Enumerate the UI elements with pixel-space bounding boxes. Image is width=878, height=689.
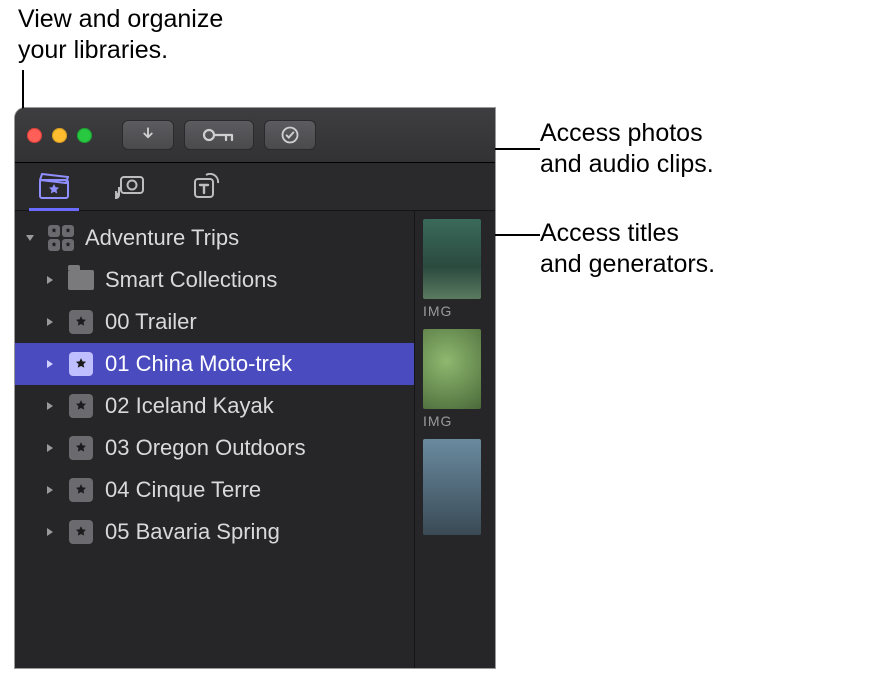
sidebar-item-event[interactable]: 03 Oregon Outdoors <box>15 427 414 469</box>
import-button[interactable] <box>122 120 174 150</box>
tree-item-label: 02 Iceland Kayak <box>105 393 274 419</box>
sidebar-item-event[interactable]: 04 Cinque Terre <box>15 469 414 511</box>
libraries-tab[interactable] <box>35 162 73 210</box>
library-tree: Adventure Trips Smart Collections <box>15 211 415 668</box>
thumbnail-image <box>423 329 481 409</box>
camera-music-icon <box>115 173 145 199</box>
callout-photos-audio: Access photos and audio clips. <box>540 118 714 181</box>
disclosure-triangle-icon[interactable] <box>43 401 57 411</box>
tree-item-label: 01 China Moto-trek <box>105 351 292 377</box>
checkmark-circle-icon <box>280 125 300 145</box>
thumbnail-image <box>423 219 481 299</box>
photos-audio-tab[interactable] <box>111 162 149 210</box>
library-icon <box>47 224 75 252</box>
event-star-icon <box>67 392 95 420</box>
clip-thumbnail[interactable]: IMG <box>423 329 481 429</box>
callout-libraries: View and organize your libraries. <box>18 4 223 67</box>
clip-thumbnail[interactable]: IMG <box>423 219 481 319</box>
tree-item-label: Smart Collections <box>105 267 277 293</box>
disclosure-triangle-icon[interactable] <box>43 485 57 495</box>
disclosure-triangle-icon[interactable] <box>43 317 57 327</box>
thumbnail-label: IMG <box>423 303 481 319</box>
close-window-button[interactable] <box>27 128 42 143</box>
event-star-icon <box>67 308 95 336</box>
zoom-window-button[interactable] <box>77 128 92 143</box>
event-star-icon <box>67 350 95 378</box>
keyword-button[interactable] <box>184 120 254 150</box>
thumbnail-label: IMG <box>423 413 481 429</box>
clapperboard-star-icon <box>39 173 69 199</box>
disclosure-triangle-icon[interactable] <box>23 233 37 243</box>
library-name: Adventure Trips <box>85 225 239 251</box>
sidebar-item-smart-collections[interactable]: Smart Collections <box>15 259 414 301</box>
event-star-icon <box>67 518 95 546</box>
sidebar-tabs <box>15 163 495 211</box>
sidebar-item-event[interactable]: 02 Iceland Kayak <box>15 385 414 427</box>
download-arrow-icon <box>139 126 157 144</box>
background-tasks-button[interactable] <box>264 120 316 150</box>
disclosure-triangle-icon[interactable] <box>43 275 57 285</box>
tree-item-label: 04 Cinque Terre <box>105 477 261 503</box>
sidebar-item-event[interactable]: 01 China Moto-trek <box>15 343 414 385</box>
tree-item-label: 00 Trailer <box>105 309 197 335</box>
event-star-icon <box>67 434 95 462</box>
folder-icon <box>67 266 95 294</box>
browser-thumbnails: IMG IMG <box>415 211 495 668</box>
disclosure-triangle-icon[interactable] <box>43 527 57 537</box>
tree-item-label: 03 Oregon Outdoors <box>105 435 306 461</box>
event-star-icon <box>67 476 95 504</box>
window-controls <box>27 128 92 143</box>
callout-titles-generators: Access titles and generators. <box>540 218 715 281</box>
library-row[interactable]: Adventure Trips <box>15 217 414 259</box>
sidebar-item-event[interactable]: 00 Trailer <box>15 301 414 343</box>
titles-generators-tab[interactable] <box>187 162 225 210</box>
title-t-icon <box>192 173 220 199</box>
minimize-window-button[interactable] <box>52 128 67 143</box>
app-window: Adventure Trips Smart Collections <box>15 108 495 668</box>
window-titlebar <box>15 108 495 163</box>
disclosure-triangle-icon[interactable] <box>43 359 57 369</box>
thumbnail-image <box>423 439 481 535</box>
disclosure-triangle-icon[interactable] <box>43 443 57 453</box>
clip-thumbnail[interactable] <box>423 439 481 539</box>
sidebar-item-event[interactable]: 05 Bavaria Spring <box>15 511 414 553</box>
tree-item-label: 05 Bavaria Spring <box>105 519 280 545</box>
key-icon <box>202 127 236 143</box>
